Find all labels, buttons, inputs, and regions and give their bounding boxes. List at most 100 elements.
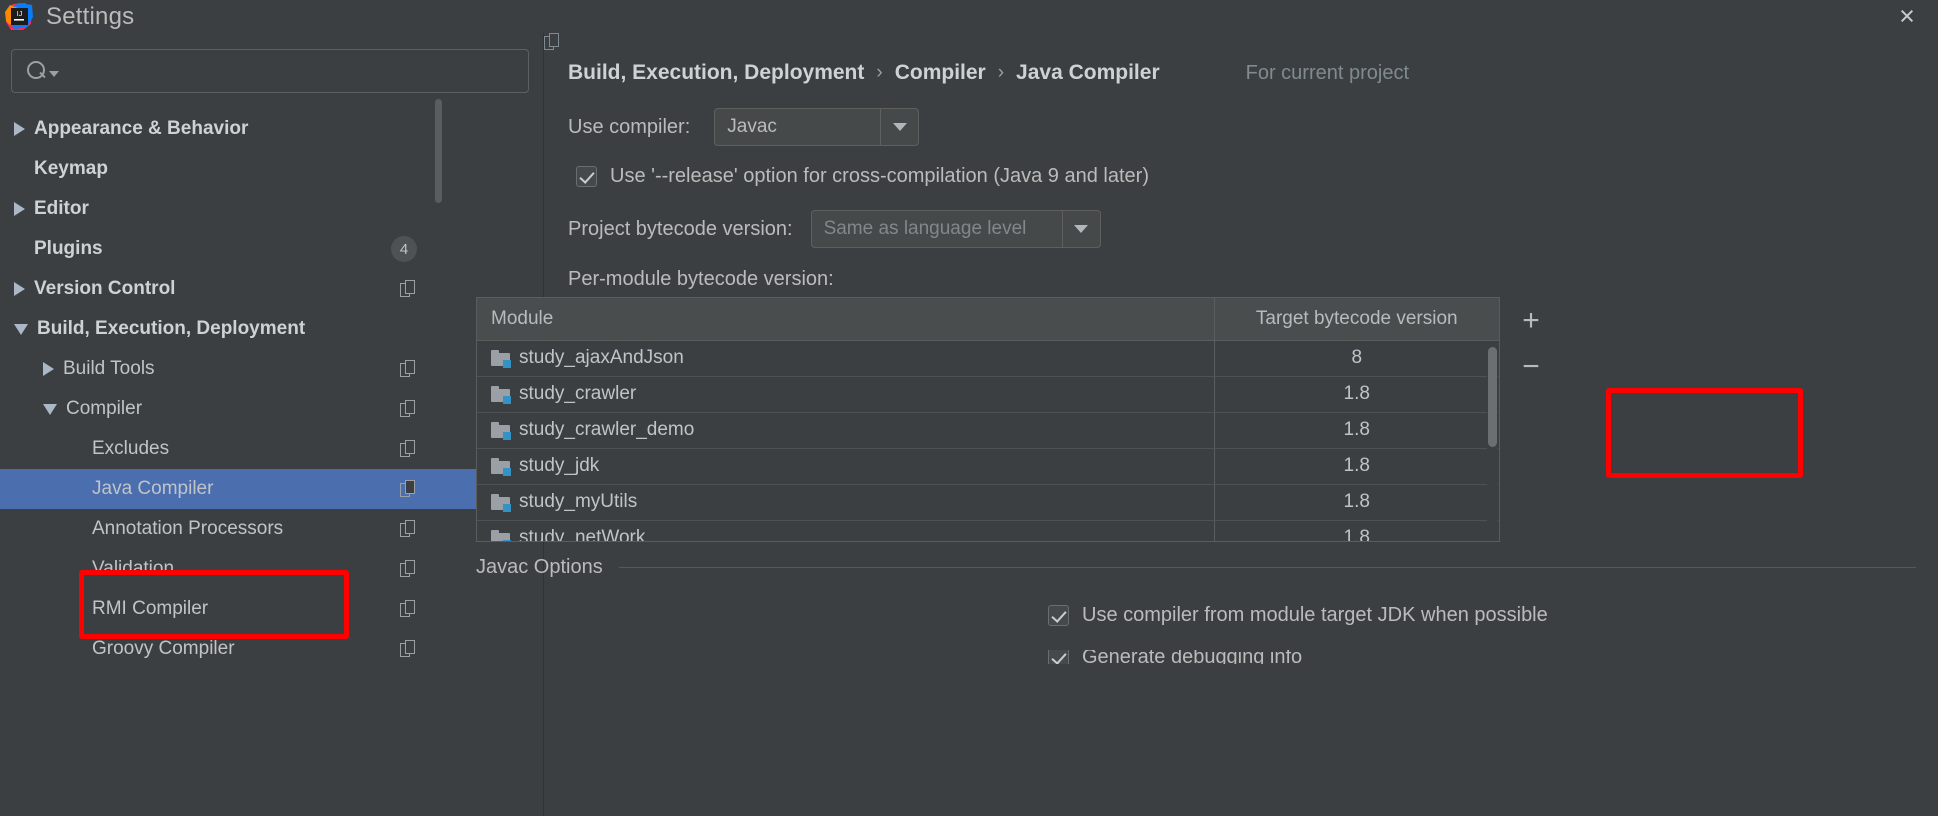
intellij-idea-logo-icon: IJ (5, 2, 33, 31)
module-name-cell[interactable]: study_crawler_demo (477, 412, 1214, 449)
sidebar-item-editor[interactable]: Editor (0, 189, 543, 229)
chevron-down-icon[interactable] (14, 323, 28, 335)
chevron-down-icon[interactable] (43, 403, 57, 415)
target-bytecode-value: 1.8 (1343, 383, 1370, 404)
sidebar-item-annotation-processors[interactable]: Annotation Processors (0, 509, 543, 549)
generate-debugging-info-checkbox[interactable] (1048, 650, 1069, 664)
module-folder-icon (491, 350, 511, 368)
copy-icon[interactable] (400, 639, 417, 659)
target-bytecode-cell[interactable]: 1.8 (1213, 376, 1499, 413)
sidebar-item-version-control[interactable]: Version Control (0, 269, 543, 309)
module-name-cell[interactable]: study_myUtils (477, 484, 1214, 521)
chevron-right-icon[interactable] (14, 282, 25, 296)
target-bytecode-cell[interactable]: 1.8 (1213, 484, 1499, 521)
table-row[interactable]: study_crawler 1.8 (477, 376, 1499, 413)
module-name-label: study_ajaxAndJson (519, 347, 684, 368)
chevron-right-icon[interactable] (14, 202, 25, 216)
add-module-button[interactable]: + (1508, 298, 1554, 344)
breadcrumb-item-2[interactable]: Compiler (895, 61, 986, 85)
table-scrollbar[interactable] (1487, 341, 1498, 540)
use-compiler-from-module-jdk-checkbox[interactable] (1048, 605, 1069, 626)
sidebar-scrollbar-thumb[interactable] (435, 99, 442, 203)
copy-icon[interactable] (400, 479, 417, 499)
copy-icon[interactable] (400, 439, 417, 459)
chevron-right-icon[interactable] (43, 362, 54, 376)
column-header-module[interactable]: Module (477, 298, 1214, 341)
javac-option-1-row[interactable]: Use compiler from module target JDK when… (1048, 604, 1548, 627)
search-icon (26, 60, 48, 82)
module-name-cell[interactable]: study_netWork (477, 520, 1214, 541)
window-title: Settings (46, 2, 135, 30)
sidebar-item-build-tools[interactable]: Build Tools (0, 349, 543, 389)
module-folder-icon (491, 386, 511, 404)
column-header-target-bytecode-version[interactable]: Target bytecode version (1213, 298, 1499, 341)
target-bytecode-cell[interactable]: 1.8 (1213, 520, 1499, 542)
sidebar-item-label: Groovy Compiler (92, 638, 235, 659)
module-name-label: study_jdk (519, 455, 600, 476)
sidebar-item-label: RMI Compiler (92, 598, 209, 619)
target-bytecode-cell[interactable]: 1.8 (1213, 448, 1499, 485)
project-bytecode-select[interactable]: Same as language level (810, 210, 1101, 248)
sidebar-scrollbar[interactable] (435, 99, 442, 815)
release-option-row[interactable]: Use '--release' option for cross-compila… (576, 165, 1938, 188)
javac-option-2-row[interactable]: Generate debugging info (1048, 650, 1302, 664)
breadcrumb-item-3[interactable]: Java Compiler (1016, 61, 1160, 85)
sidebar-item-excludes[interactable]: Excludes (0, 429, 543, 469)
target-bytecode-cell[interactable]: 8 (1213, 340, 1499, 377)
chevron-down-icon[interactable] (1061, 211, 1100, 247)
use-compiler-row: Use compiler: Javac (568, 108, 1938, 146)
target-bytecode-value: 1.8 (1343, 527, 1370, 542)
breadcrumb-item-1[interactable]: Build, Execution, Deployment (568, 61, 864, 85)
table-row[interactable]: study_myUtils 1.8 (477, 484, 1499, 521)
close-icon[interactable]: × (1876, 0, 1938, 33)
use-compiler-value: Javac (727, 116, 777, 137)
target-bytecode-cell[interactable]: 1.8 (1213, 412, 1499, 449)
title-bar: IJ Settings × (0, 0, 1938, 33)
copy-icon[interactable] (400, 519, 417, 539)
sidebar-item-appearance-behavior[interactable]: Appearance & Behavior (0, 109, 543, 149)
settings-tree: Appearance & Behavior Keymap Editor Plugins… (0, 109, 543, 669)
table-row[interactable]: study_crawler_demo 1.8 (477, 412, 1499, 449)
breadcrumb-separator-icon: › (876, 62, 883, 83)
module-name-cell[interactable]: study_crawler (477, 376, 1214, 413)
chevron-down-icon[interactable] (880, 109, 918, 145)
table-row[interactable]: study_jdk 1.8 (477, 448, 1499, 485)
section-divider (618, 567, 1916, 568)
release-option-label: Use '--release' option for cross-compila… (610, 165, 1149, 187)
release-option-checkbox[interactable] (576, 166, 597, 187)
sidebar-item-java-compiler[interactable]: Java Compiler (0, 469, 543, 509)
per-module-bytecode-label-row: Per-module bytecode version: (568, 268, 1938, 291)
module-folder-icon (491, 530, 511, 541)
table-row[interactable]: study_netWork 1.8 (477, 520, 1499, 542)
copy-icon[interactable] (400, 399, 417, 419)
search-box[interactable] (11, 49, 529, 93)
sidebar-item-label: Appearance & Behavior (34, 118, 249, 139)
sidebar-item-label: Java Compiler (92, 478, 214, 499)
sidebar-item-groovy-compiler[interactable]: Groovy Compiler (0, 629, 543, 669)
chevron-right-icon[interactable] (14, 122, 25, 136)
copy-icon[interactable] (400, 559, 417, 579)
search-input[interactable] (65, 61, 528, 81)
table-row[interactable]: study_ajaxAndJson 8 (477, 340, 1499, 377)
sidebar-item-plugins[interactable]: Plugins 4 (0, 229, 543, 269)
for-current-project-label: For current project (544, 33, 1409, 85)
module-name-cell[interactable]: study_jdk (477, 448, 1214, 485)
sidebar-item-label: Excludes (92, 438, 170, 459)
sidebar-item-build-execution-deployment[interactable]: Build, Execution, Deployment (0, 309, 543, 349)
copy-icon[interactable] (400, 599, 417, 619)
remove-module-button[interactable]: − (1508, 344, 1554, 390)
table-scrollbar-thumb[interactable] (1488, 347, 1497, 447)
sidebar-item-validation[interactable]: Validation (0, 549, 543, 589)
module-name-cell[interactable]: study_ajaxAndJson (477, 340, 1214, 377)
sidebar-item-compiler[interactable]: Compiler (0, 389, 543, 429)
sidebar-item-label: Validation (92, 558, 175, 579)
copy-icon[interactable] (400, 359, 417, 379)
use-compiler-select[interactable]: Javac (714, 108, 920, 146)
sidebar-item-keymap[interactable]: Keymap (0, 149, 543, 189)
sidebar-item-rmi-compiler[interactable]: RMI Compiler (0, 589, 543, 629)
copy-icon[interactable] (400, 279, 417, 299)
